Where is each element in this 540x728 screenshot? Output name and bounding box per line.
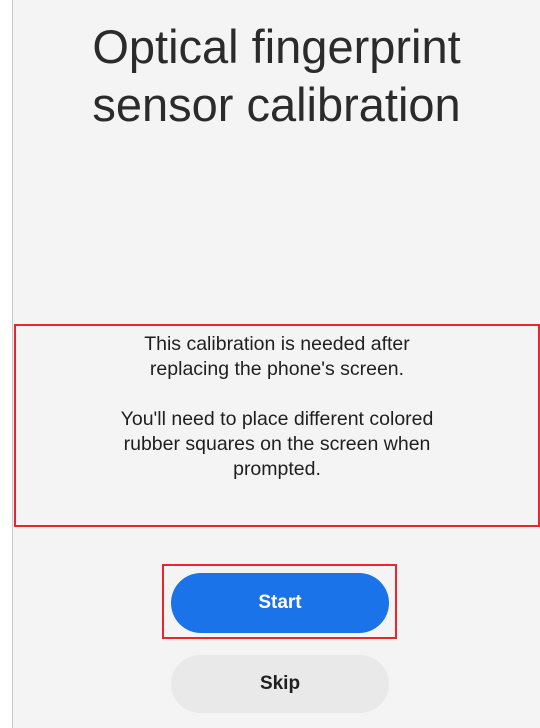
description-paragraph-2: You'll need to place different colored r… xyxy=(120,408,434,480)
description-paragraph-1: This calibration is needed after replaci… xyxy=(144,333,410,380)
start-button[interactable]: Start xyxy=(171,573,389,633)
description-highlight-box: This calibration is needed after replaci… xyxy=(14,324,540,527)
skip-button[interactable]: Skip xyxy=(171,655,389,713)
page-title: Optical fingerprint sensor calibration xyxy=(92,20,461,131)
calibration-screen: Optical fingerprint sensor calibration T… xyxy=(12,0,540,728)
